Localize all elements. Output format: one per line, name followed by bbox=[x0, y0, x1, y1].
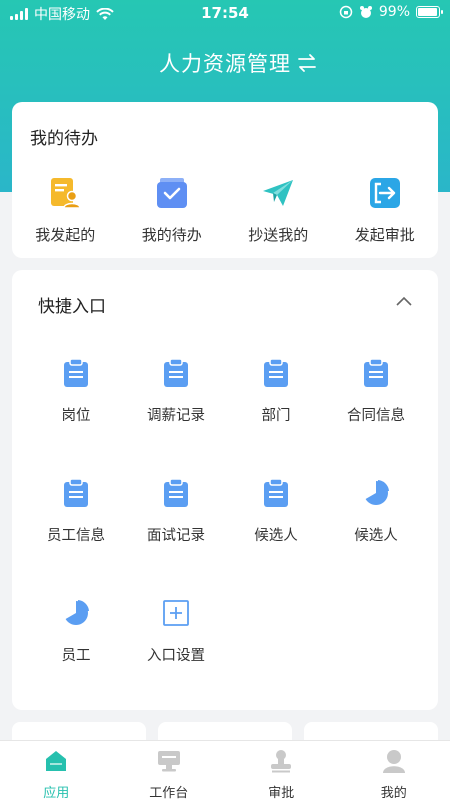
todo-item-mytodo[interactable]: 我的待办 bbox=[119, 176, 226, 245]
paper-plane-icon bbox=[263, 180, 294, 206]
todo-item-label: 我的待办 bbox=[141, 226, 202, 244]
clipboard-icon bbox=[364, 358, 388, 387]
inbox-tray-icon bbox=[156, 178, 187, 208]
quick-item-salary[interactable]: 调薪记录 bbox=[126, 358, 226, 425]
quick-item-interview[interactable]: 面试记录 bbox=[126, 478, 226, 545]
quick-item-label: 岗位 bbox=[61, 408, 91, 424]
tab-mine[interactable]: 我的 bbox=[338, 741, 450, 800]
pie-chart-icon bbox=[365, 480, 389, 505]
quick-entry-card: 快捷入口 岗位 调薪记录 部门 合同信息 员工信息 面试记录 候选人 候选人 员… bbox=[12, 270, 438, 710]
quick-item-label: 部门 bbox=[261, 408, 291, 424]
tab-apps[interactable]: 应用 bbox=[0, 741, 113, 800]
home-app-icon bbox=[46, 751, 67, 771]
tab-workbench[interactable]: 工作台 bbox=[113, 741, 226, 800]
plus-square-icon bbox=[163, 600, 189, 626]
swap-arrows-icon[interactable] bbox=[296, 52, 318, 74]
quick-item-label: 员工 bbox=[61, 648, 91, 664]
document-user-icon bbox=[51, 178, 82, 209]
monitor-icon bbox=[157, 751, 180, 772]
clipboard-icon bbox=[64, 478, 88, 507]
quick-item-candidate[interactable]: 候选人 bbox=[226, 478, 326, 545]
tab-label: 我的 bbox=[380, 786, 407, 800]
user-profile-icon bbox=[382, 750, 405, 773]
quick-item-employee-info[interactable]: 员工信息 bbox=[26, 478, 126, 545]
quick-item-label: 候选人 bbox=[354, 528, 398, 544]
page-title: 人力资源管理 bbox=[159, 52, 291, 76]
alarm-icon bbox=[359, 6, 372, 18]
status-right: 99% bbox=[339, 4, 443, 20]
tab-approval[interactable]: 审批 bbox=[225, 741, 338, 800]
quick-card-title: 快捷入口 bbox=[38, 297, 106, 317]
tab-label: 应用 bbox=[43, 786, 70, 800]
clipboard-icon bbox=[164, 478, 188, 507]
todo-item-label: 抄送我的 bbox=[248, 226, 309, 244]
clipboard-icon bbox=[264, 358, 288, 387]
quick-item-settings[interactable]: 入口设置 bbox=[126, 598, 226, 665]
todo-card-title: 我的待办 bbox=[30, 129, 98, 149]
pie-chart-icon bbox=[65, 600, 89, 625]
chevron-up-icon[interactable] bbox=[396, 296, 412, 306]
quick-item-label: 候选人 bbox=[254, 528, 298, 544]
tab-label: 审批 bbox=[268, 786, 295, 800]
quick-row: 员工信息 面试记录 候选人 候选人 bbox=[26, 478, 426, 545]
quick-item-candidate-chart[interactable]: 候选人 bbox=[326, 478, 426, 545]
status-bar: 中国移动 17:54 99% bbox=[0, 0, 450, 26]
quick-item-department[interactable]: 部门 bbox=[226, 358, 326, 425]
todo-item-cc[interactable]: 抄送我的 bbox=[225, 176, 332, 245]
bottom-tab-bar: 应用 工作台 审批 我的 bbox=[0, 740, 450, 800]
quick-item-contract[interactable]: 合同信息 bbox=[326, 358, 426, 425]
todo-item-initiated[interactable]: 我发起的 bbox=[12, 176, 119, 245]
todo-item-label: 我发起的 bbox=[35, 226, 96, 244]
orientation-lock-icon bbox=[339, 5, 353, 19]
quick-item-label: 面试记录 bbox=[147, 528, 205, 544]
quick-row: 员工 入口设置 bbox=[26, 598, 426, 665]
quick-item-employee[interactable]: 员工 bbox=[26, 598, 126, 665]
stamp-icon bbox=[271, 750, 292, 773]
todo-card: 我的待办 我发起的 我的待办 抄送我的 发起审批 bbox=[12, 102, 438, 258]
todo-item-label: 发起审批 bbox=[354, 226, 415, 244]
tab-label: 工作台 bbox=[149, 786, 189, 800]
battery-percent: 99% bbox=[378, 4, 410, 20]
todo-grid: 我发起的 我的待办 抄送我的 发起审批 bbox=[12, 176, 438, 245]
quick-item-label: 调薪记录 bbox=[147, 408, 205, 424]
battery-icon bbox=[416, 6, 443, 18]
quick-item-label: 员工信息 bbox=[47, 528, 105, 544]
clipboard-icon bbox=[64, 358, 88, 387]
clipboard-icon bbox=[264, 478, 288, 507]
quick-item-position[interactable]: 岗位 bbox=[26, 358, 126, 425]
todo-item-approval[interactable]: 发起审批 bbox=[332, 176, 439, 245]
exit-door-icon bbox=[369, 178, 400, 208]
quick-item-label: 合同信息 bbox=[347, 408, 405, 424]
quick-item-label: 入口设置 bbox=[147, 648, 205, 664]
quick-row: 岗位 调薪记录 部门 合同信息 bbox=[26, 358, 426, 425]
clipboard-icon bbox=[164, 358, 188, 387]
